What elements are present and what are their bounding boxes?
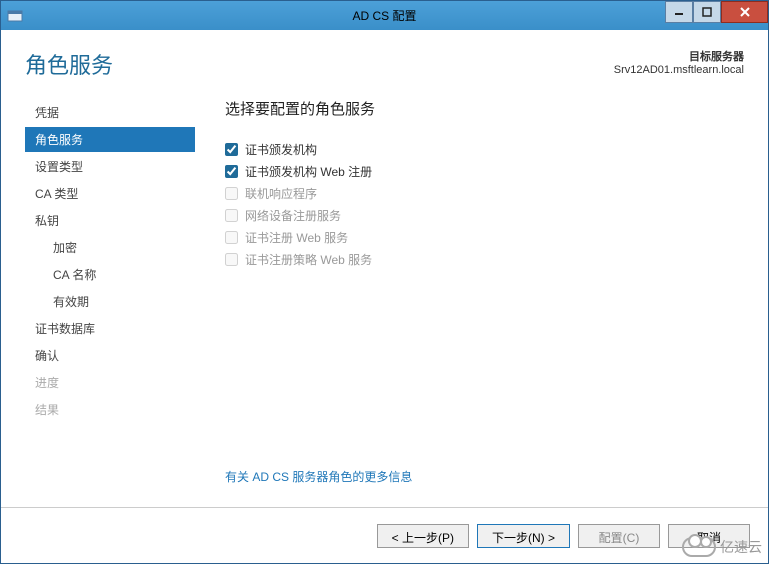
role-service-checkbox[interactable]: [225, 165, 238, 178]
close-button[interactable]: [721, 1, 768, 23]
app-icon: [7, 8, 23, 24]
section-title: 选择要配置的角色服务: [225, 98, 734, 119]
sidebar-item[interactable]: 加密: [25, 235, 195, 260]
sidebar-item: 结果: [25, 397, 195, 422]
role-service-label: 网络设备注册服务: [245, 207, 341, 224]
role-service-label: 证书颁发机构: [245, 141, 317, 158]
titlebar: AD CS 配置: [1, 1, 768, 30]
sidebar-item[interactable]: 设置类型: [25, 154, 195, 179]
sidebar-item[interactable]: 有效期: [25, 289, 195, 314]
role-services-list: 证书颁发机构证书颁发机构 Web 注册联机响应程序网络设备注册服务证书注册 We…: [225, 141, 734, 268]
main-panel: 选择要配置的角色服务 证书颁发机构证书颁发机构 Web 注册联机响应程序网络设备…: [195, 90, 754, 507]
previous-button[interactable]: < 上一步(P): [377, 524, 469, 548]
target-server-name: Srv12AD01.msftlearn.local: [614, 64, 744, 76]
role-service-option: 证书注册 Web 服务: [225, 229, 734, 246]
next-button[interactable]: 下一步(N) >: [477, 524, 570, 548]
window-title: AD CS 配置: [352, 7, 416, 24]
role-service-label: 证书颁发机构 Web 注册: [245, 163, 372, 180]
role-service-checkbox: [225, 253, 238, 266]
maximize-button[interactable]: [693, 1, 721, 23]
role-service-checkbox[interactable]: [225, 143, 238, 156]
sidebar-item[interactable]: 确认: [25, 343, 195, 368]
wizard-sidebar: 凭据角色服务设置类型CA 类型私钥加密CA 名称有效期证书数据库确认进度结果: [25, 90, 195, 507]
page-title: 角色服务: [25, 48, 113, 80]
sidebar-item: 进度: [25, 370, 195, 395]
role-service-checkbox: [225, 209, 238, 222]
sidebar-item[interactable]: 凭据: [25, 100, 195, 125]
wizard-footer: < 上一步(P) 下一步(N) > 配置(C) 取消: [1, 507, 768, 563]
minimize-button[interactable]: [665, 1, 693, 23]
sidebar-item[interactable]: CA 名称: [25, 262, 195, 287]
cancel-button[interactable]: 取消: [668, 524, 750, 548]
role-service-label: 证书注册策略 Web 服务: [245, 251, 372, 268]
role-service-option: 联机响应程序: [225, 185, 734, 202]
role-service-option[interactable]: 证书颁发机构 Web 注册: [225, 163, 734, 180]
sidebar-item[interactable]: 角色服务: [25, 127, 195, 152]
more-info-link[interactable]: 有关 AD CS 服务器角色的更多信息: [225, 468, 412, 485]
role-service-label: 证书注册 Web 服务: [245, 229, 348, 246]
sidebar-item[interactable]: 证书数据库: [25, 316, 195, 341]
role-service-option: 网络设备注册服务: [225, 207, 734, 224]
header: 角色服务 目标服务器 Srv12AD01.msftlearn.local: [1, 30, 768, 90]
sidebar-item[interactable]: 私钥: [25, 208, 195, 233]
window-body: 角色服务 目标服务器 Srv12AD01.msftlearn.local 凭据角…: [1, 30, 768, 563]
configure-button: 配置(C): [578, 524, 660, 548]
role-service-checkbox: [225, 231, 238, 244]
role-service-label: 联机响应程序: [245, 185, 317, 202]
role-service-checkbox: [225, 187, 238, 200]
target-server-block: 目标服务器 Srv12AD01.msftlearn.local: [614, 48, 744, 76]
sidebar-item[interactable]: CA 类型: [25, 181, 195, 206]
role-service-option: 证书注册策略 Web 服务: [225, 251, 734, 268]
window-controls: [665, 1, 768, 23]
role-service-option[interactable]: 证书颁发机构: [225, 141, 734, 158]
content-area: 凭据角色服务设置类型CA 类型私钥加密CA 名称有效期证书数据库确认进度结果 选…: [1, 90, 768, 507]
target-server-label: 目标服务器: [614, 48, 744, 64]
config-wizard-window: AD CS 配置 角色服务 目标服务器 Srv12AD01.msftlearn.…: [0, 0, 769, 564]
